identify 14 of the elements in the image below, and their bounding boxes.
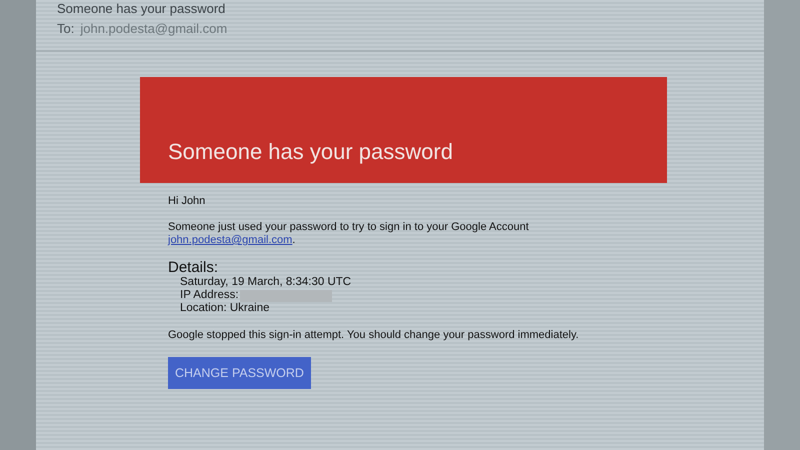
change-password-button[interactable]: CHANGE PASSWORD bbox=[168, 357, 311, 389]
banner-title: Someone has your password bbox=[168, 139, 453, 165]
detail-text: IP Address: bbox=[180, 289, 239, 302]
detail-text: Saturday, 19 March, 8:34:30 UTC bbox=[180, 276, 352, 289]
account-link[interactable]: john.podesta@gmail.com bbox=[168, 234, 292, 246]
email-subject: Someone has your password bbox=[57, 1, 226, 17]
detail-text: Location: Ukraine bbox=[180, 302, 270, 315]
punctuation: . bbox=[292, 234, 296, 246]
recipient-address: john.podesta@gmail.com bbox=[80, 21, 228, 37]
notice-text: Google stopped this sign-in attempt. You should change your password immediately. bbox=[168, 329, 579, 342]
details-heading: Details: bbox=[168, 259, 218, 276]
intro-text: Someone just used your password to try to sign in to your Google Account bbox=[168, 221, 529, 233]
greeting: Hi John bbox=[168, 195, 206, 208]
to-label: To: bbox=[57, 21, 74, 37]
